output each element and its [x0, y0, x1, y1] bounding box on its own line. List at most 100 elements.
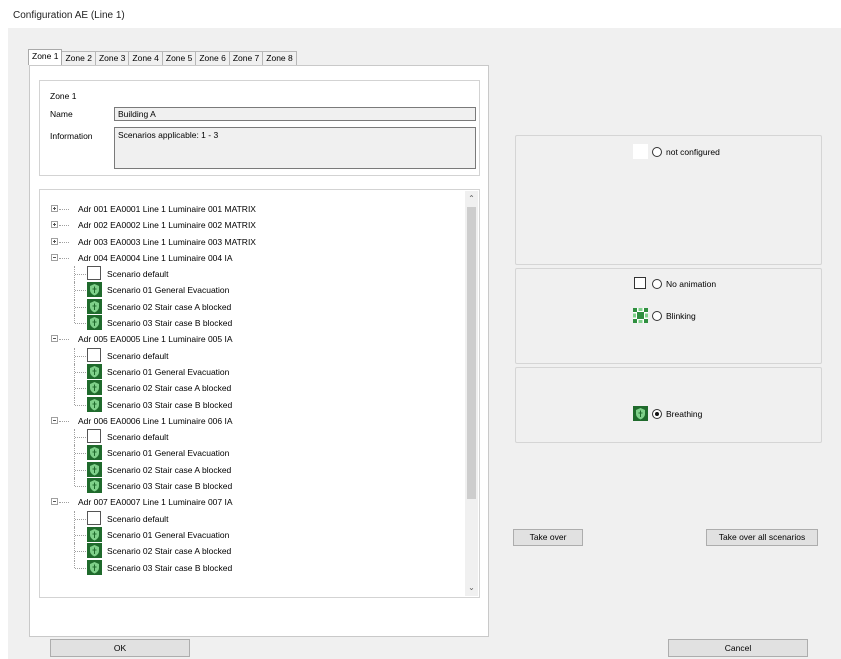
- scenario-label: Scenario default: [107, 513, 169, 524]
- scenario-node[interactable]: Scenario 01 General Evacuation: [50, 363, 470, 380]
- window-title: Configuration AE (Line 1): [13, 10, 125, 21]
- breathing-icon: [87, 526, 102, 542]
- scenario-node[interactable]: Scenario 03 Stair case B blocked: [50, 559, 470, 576]
- collapse-icon[interactable]: [51, 498, 58, 506]
- not-configured-icon: [87, 347, 101, 362]
- information-field[interactable]: Scenarios applicable: 1 - 3: [114, 127, 476, 169]
- scroll-up-icon[interactable]: ⌃: [467, 193, 476, 205]
- scenario-node[interactable]: Scenario 03 Stair case B blocked: [50, 478, 470, 494]
- breathing-icon: [87, 461, 102, 477]
- cancel-button[interactable]: Cancel: [668, 639, 808, 657]
- scenario-node[interactable]: Scenario default: [50, 347, 470, 364]
- take-over-button[interactable]: Take over: [513, 529, 583, 546]
- breathing-icon: [87, 315, 102, 331]
- tab-zone-6[interactable]: Zone 6: [195, 51, 230, 65]
- scenario-node[interactable]: Scenario 01 General Evacuation: [50, 526, 470, 543]
- not-configured-swatch: [633, 144, 648, 159]
- tree-connector: [74, 559, 75, 568]
- scenario-label: Scenario 01 General Evacuation: [107, 529, 230, 540]
- luminaire-node[interactable]: Adr 002 EA0002 Line 1 Luminaire 002 MATR…: [50, 217, 470, 233]
- breathing-icon: [87, 380, 102, 396]
- scenario-label: Scenario 01 General Evacuation: [107, 366, 230, 377]
- tree-scrollbar[interactable]: ⌃ ⌄: [465, 191, 478, 596]
- not-configured-label: not configured: [666, 147, 720, 157]
- not-configured-panel: not configured: [515, 135, 822, 265]
- scenario-node[interactable]: Scenario 03 Stair case B blocked: [50, 315, 470, 331]
- luminaire-node[interactable]: Adr 006 EA0006 Line 1 Luminaire 006 IA: [50, 413, 470, 429]
- luminaire-label: Adr 003 EA0003 Line 1 Luminaire 003 MATR…: [78, 236, 256, 247]
- tree-connector: [74, 315, 75, 324]
- luminaire-label: Adr 001 EA0001 Line 1 Luminaire 001 MATR…: [78, 204, 256, 214]
- name-field[interactable]: Building A: [114, 107, 476, 121]
- scenario-node[interactable]: Scenario 02 Stair case A blocked: [50, 543, 470, 560]
- tree-connector: [59, 241, 69, 243]
- collapse-icon[interactable]: [51, 253, 58, 261]
- scenario-label: Scenario 02 Stair case A blocked: [107, 301, 232, 312]
- expand-icon[interactable]: [51, 221, 58, 229]
- scenario-node[interactable]: Scenario default: [50, 510, 470, 527]
- no-animation-swatch: [634, 277, 646, 289]
- scenario-label: Scenario default: [107, 350, 169, 361]
- tree-connector: [59, 209, 69, 210]
- scenario-label: Scenario default: [107, 269, 169, 280]
- ok-button[interactable]: OK: [50, 639, 190, 657]
- scenario-node[interactable]: Scenario 01 General Evacuation: [50, 445, 470, 462]
- blinking-label: Blinking: [666, 311, 696, 321]
- breathing-icon: [87, 559, 102, 575]
- scenario-node[interactable]: Scenario 02 Stair case A blocked: [50, 380, 470, 397]
- breathing-icon: [87, 298, 102, 314]
- scroll-thumb[interactable]: [467, 207, 476, 499]
- luminaire-label: Adr 006 EA0006 Line 1 Luminaire 006 IA: [78, 415, 233, 426]
- tree-connector: [59, 225, 69, 227]
- animation-panel: No animation Blinking: [515, 268, 822, 364]
- title-bar: Configuration AE (Line 1): [0, 0, 841, 28]
- tab-zone-4[interactable]: Zone 4: [128, 51, 163, 65]
- tab-zone-8[interactable]: Zone 8: [262, 51, 297, 65]
- collapse-icon[interactable]: [51, 416, 58, 424]
- scenario-node[interactable]: Scenario 02 Stair case A blocked: [50, 298, 470, 315]
- not-configured-icon: [87, 266, 101, 281]
- breathing-radio[interactable]: [652, 409, 662, 419]
- luminaire-node[interactable]: Adr 005 EA0005 Line 1 Luminaire 005 IA: [50, 331, 470, 347]
- scroll-down-icon[interactable]: ⌄: [467, 582, 476, 594]
- luminaire-node[interactable]: Adr 004 EA0004 Line 1 Luminaire 004 IA: [50, 250, 470, 266]
- zone-info-group: Zone 1 Name Building A Information Scena…: [39, 80, 480, 176]
- take-over-all-scenarios-button[interactable]: Take over all scenarios: [706, 529, 818, 546]
- blinking-icon: [633, 308, 648, 323]
- luminaire-node[interactable]: Adr 003 EA0003 Line 1 Luminaire 003 MATR…: [50, 234, 470, 250]
- breathing-panel: Breathing: [515, 367, 822, 443]
- blinking-radio[interactable]: [652, 311, 662, 321]
- scenario-node[interactable]: Scenario default: [50, 429, 470, 446]
- scenario-label: Scenario 01 General Evacuation: [107, 285, 230, 296]
- not-configured-radio[interactable]: [652, 147, 662, 157]
- expand-icon[interactable]: [51, 237, 58, 245]
- luminaire-label: Adr 005 EA0005 Line 1 Luminaire 005 IA: [78, 334, 233, 345]
- no-animation-label: No animation: [666, 279, 717, 289]
- luminaire-node[interactable]: Adr 007 EA0007 Line 1 Luminaire 007 IA: [50, 494, 470, 510]
- scenario-label: Scenario 01 General Evacuation: [107, 448, 230, 459]
- collapse-icon[interactable]: [51, 335, 58, 343]
- scenario-label: Scenario 03 Stair case B blocked: [107, 562, 233, 573]
- no-animation-radio[interactable]: [652, 279, 662, 289]
- tab-zone-7[interactable]: Zone 7: [228, 51, 264, 65]
- breathing-icon: [87, 543, 102, 559]
- tab-zone-5[interactable]: Zone 5: [161, 51, 197, 65]
- not-configured-icon: [87, 429, 101, 444]
- scenario-node[interactable]: Scenario 01 General Evacuation: [50, 282, 470, 299]
- scenario-node[interactable]: Scenario 02 Stair case A blocked: [50, 461, 470, 478]
- tree-connector: [59, 257, 69, 259]
- tab-zone-3[interactable]: Zone 3: [94, 51, 130, 65]
- luminaire-node[interactable]: Adr 001 EA0001 Line 1 Luminaire 001 MATR…: [50, 201, 470, 217]
- scenario-node[interactable]: Scenario default: [50, 266, 470, 283]
- expand-icon[interactable]: [51, 205, 58, 212]
- luminaire-tree[interactable]: Adr 001 EA0001 Line 1 Luminaire 001 MATR…: [39, 189, 480, 598]
- name-label: Name: [50, 109, 73, 119]
- scenario-node[interactable]: Scenario 03 Stair case B blocked: [50, 396, 470, 413]
- breathing-icon: [87, 363, 102, 379]
- tab-zone-1[interactable]: Zone 1: [28, 49, 63, 65]
- breathing-label: Breathing: [666, 409, 703, 419]
- tab-zone-2[interactable]: Zone 2: [61, 51, 96, 65]
- scenario-label: Scenario 02 Stair case A blocked: [107, 546, 232, 557]
- tree-connector: [74, 396, 75, 405]
- information-label: Information: [50, 131, 93, 141]
